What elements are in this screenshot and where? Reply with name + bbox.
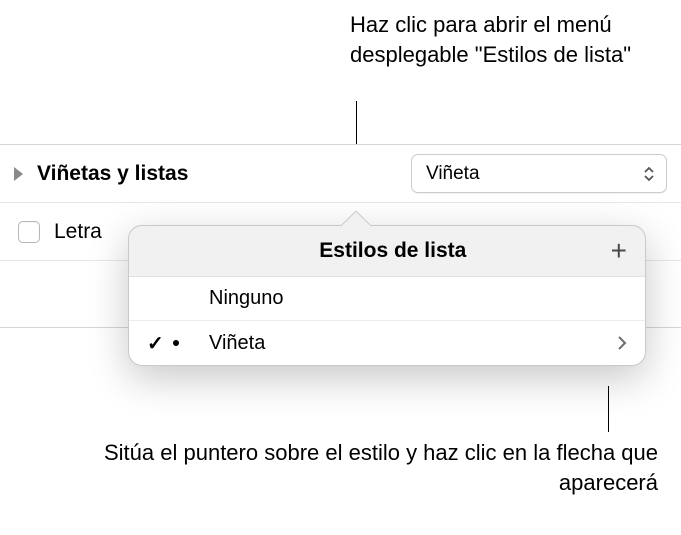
popover-title: Estilos de lista	[175, 239, 611, 263]
checkmark-icon: ✓	[147, 331, 164, 356]
item-lead: ✓	[147, 331, 209, 356]
bullets-lists-row: Viñetas y listas Viñeta	[0, 145, 681, 203]
section-label: Viñetas y listas	[37, 162, 188, 186]
dropcap-label: Letra	[54, 220, 102, 244]
updown-caret-icon	[642, 165, 656, 183]
popup-selected-value: Viñeta	[426, 163, 480, 185]
list-style-item-none[interactable]: Ninguno	[129, 277, 645, 321]
leader-line-bottom	[608, 386, 609, 432]
bullet-sample-icon	[173, 340, 179, 346]
add-style-plus-icon[interactable]: +	[611, 237, 627, 265]
popover-arrow	[340, 211, 370, 226]
list-style-item-bullet[interactable]: ✓ Viñeta	[129, 321, 645, 365]
list-styles-popup-button[interactable]: Viñeta	[411, 154, 667, 193]
list-styles-list: Ninguno ✓ Viñeta	[129, 276, 645, 365]
callout-bottom-text: Sitúa el puntero sobre el estilo y haz c…	[0, 438, 658, 497]
popover-header: Estilos de lista +	[129, 226, 645, 276]
dropcap-checkbox[interactable]	[18, 221, 40, 243]
callout-top-text: Haz clic para abrir el menú desplegable …	[350, 10, 681, 69]
disclosure-triangle-icon[interactable]	[14, 167, 23, 181]
list-style-label: Ninguno	[209, 287, 284, 310]
list-styles-popover: Estilos de lista + Ninguno ✓ Viñeta	[128, 225, 646, 366]
chevron-right-icon[interactable]	[617, 335, 627, 351]
list-style-label: Viñeta	[209, 332, 265, 355]
